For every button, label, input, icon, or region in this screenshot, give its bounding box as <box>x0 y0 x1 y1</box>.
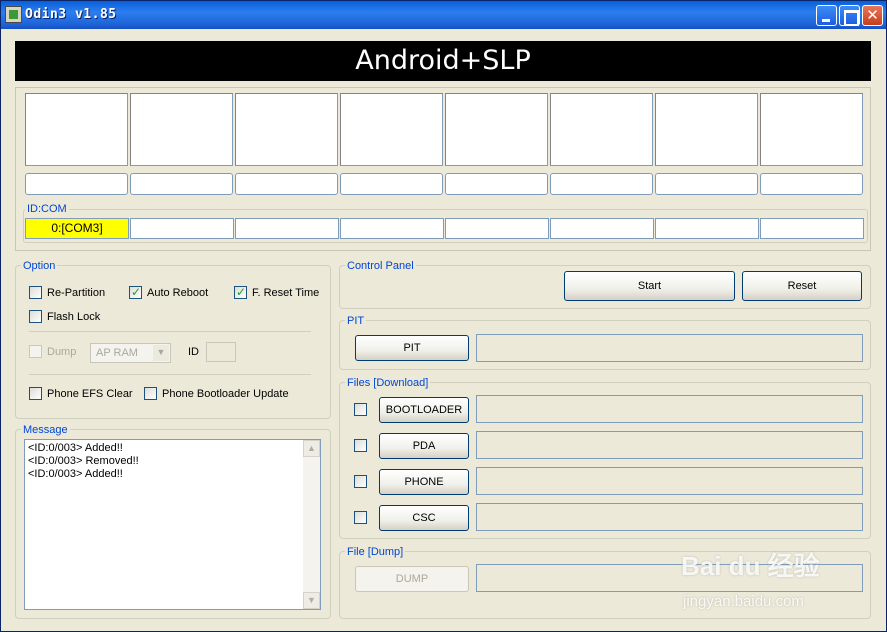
re-partition-label: Re-Partition <box>47 287 106 299</box>
odin-app-icon <box>5 6 22 23</box>
com-port-cell: 0:[COM3] <box>25 218 129 239</box>
port-status-slot <box>445 93 548 166</box>
reset-button[interactable]: Reset <box>742 271 862 301</box>
idcom-legend: ID:COM <box>25 203 69 215</box>
port-status-slot <box>760 93 863 166</box>
port-status-slot <box>235 93 338 166</box>
com-port-cell <box>760 218 864 239</box>
auto-reboot-label: Auto Reboot <box>147 287 209 299</box>
maximize-button[interactable] <box>839 5 860 26</box>
pda-checkbox[interactable] <box>354 439 367 452</box>
csc-checkbox[interactable] <box>354 511 367 524</box>
f-reset-time-checkbox[interactable] <box>234 285 247 299</box>
odin-window: Odin3 v1.85 ✕ Android+SLP ID:COM 0:[COM3… <box>0 0 887 632</box>
baidu-watermark: Bai du 经验 <box>681 551 820 581</box>
control-panel-legend: Control Panel <box>345 260 416 272</box>
dump-label: Dump <box>47 346 77 358</box>
bootloader-file-path[interactable] <box>476 395 863 423</box>
phone-efs-clear-checkbox[interactable] <box>29 387 42 400</box>
com-port-cell <box>130 218 234 239</box>
pit-button[interactable]: PIT <box>355 335 469 361</box>
chevron-down-icon[interactable]: ▼ <box>153 345 169 361</box>
pit-file-path[interactable] <box>476 334 863 362</box>
bootloader-button[interactable]: BOOTLOADER <box>379 397 469 423</box>
option-divider <box>29 374 311 375</box>
port-status-slot <box>25 93 128 166</box>
pda-file-path[interactable] <box>476 431 863 459</box>
phone-bootloader-update-label: Phone Bootloader Update <box>162 388 289 400</box>
port-progress-label <box>655 173 758 195</box>
com-port-cell <box>550 218 654 239</box>
port-status-slot <box>550 93 653 166</box>
csc-button[interactable]: CSC <box>379 505 469 531</box>
message-log-text: <ID:0/003> Added!! <ID:0/003> Removed!! … <box>28 442 139 480</box>
port-progress-label <box>235 173 338 195</box>
re-partition-checkbox[interactable] <box>29 286 42 299</box>
port-progress-label <box>550 173 653 195</box>
bootloader-checkbox[interactable] <box>354 403 367 416</box>
close-button[interactable]: ✕ <box>862 5 883 26</box>
dump-target-select[interactable]: AP RAM ▼ <box>90 343 171 363</box>
phone-efs-clear-label: Phone EFS Clear <box>47 388 133 400</box>
f-reset-time-label: F. Reset Time <box>252 287 320 299</box>
message-scrollbar[interactable]: ▲ ▼ <box>303 440 320 609</box>
dump-checkbox[interactable] <box>29 345 42 358</box>
pit-legend: PIT <box>345 315 367 327</box>
mode-banner: Android+SLP <box>15 41 871 81</box>
start-button[interactable]: Start <box>564 271 735 301</box>
scroll-down-icon[interactable]: ▼ <box>303 592 320 609</box>
dump-id-field[interactable] <box>206 342 236 362</box>
port-status-slot <box>340 93 443 166</box>
com-port-cell <box>445 218 549 239</box>
option-legend: Option <box>21 260 58 272</box>
dump-target-value: AP RAM <box>96 347 138 359</box>
flash-lock-label: Flash Lock <box>47 311 101 323</box>
port-status-slot <box>655 93 758 166</box>
phone-bootloader-update-checkbox[interactable] <box>144 387 157 400</box>
minimize-button[interactable] <box>816 5 837 26</box>
port-progress-label <box>25 173 128 195</box>
port-progress-label <box>445 173 548 195</box>
title-bar[interactable]: Odin3 v1.85 ✕ <box>1 1 886 29</box>
phone-checkbox[interactable] <box>354 475 367 488</box>
dump-button[interactable]: DUMP <box>355 566 469 592</box>
port-status-slot <box>130 93 233 166</box>
phone-file-path[interactable] <box>476 467 863 495</box>
phone-button[interactable]: PHONE <box>379 469 469 495</box>
port-progress-label <box>760 173 863 195</box>
csc-file-path[interactable] <box>476 503 863 531</box>
port-progress-label <box>340 173 443 195</box>
file-dump-legend: File [Dump] <box>345 546 406 558</box>
com-port-cell <box>340 218 444 239</box>
pda-button[interactable]: PDA <box>379 433 469 459</box>
id-label: ID <box>188 346 199 358</box>
flash-lock-checkbox[interactable] <box>29 310 42 323</box>
message-legend: Message <box>21 424 70 436</box>
scroll-up-icon[interactable]: ▲ <box>303 440 320 457</box>
message-log[interactable]: <ID:0/003> Added!! <ID:0/003> Removed!! … <box>24 439 321 610</box>
com-port-cell <box>235 218 339 239</box>
port-progress-label <box>130 173 233 195</box>
auto-reboot-checkbox[interactable] <box>129 285 142 299</box>
option-divider <box>29 331 311 332</box>
baidu-watermark-url: jingyan.baidu.com <box>683 593 804 610</box>
com-port-cell <box>655 218 759 239</box>
window-title: Odin3 v1.85 <box>25 7 117 22</box>
files-download-legend: Files [Download] <box>345 377 431 389</box>
